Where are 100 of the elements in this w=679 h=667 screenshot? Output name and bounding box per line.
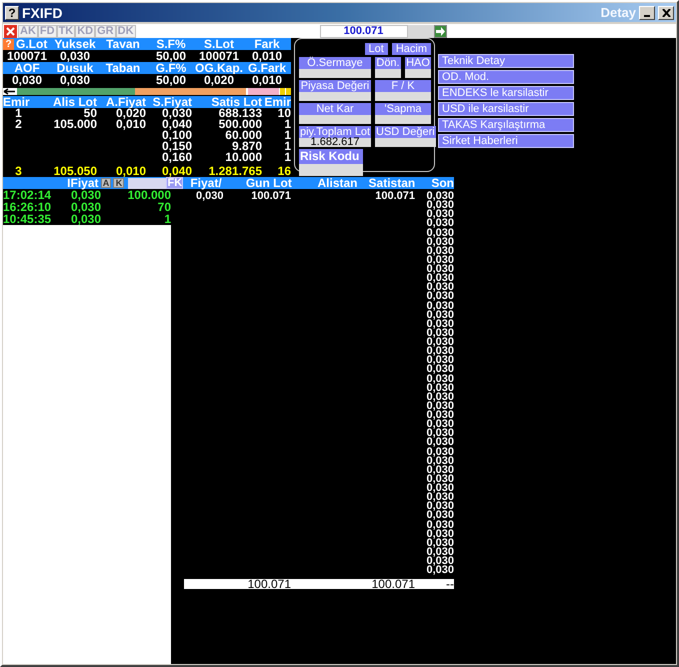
- column-header: Son: [430, 177, 454, 189]
- column-header: G.Fark: [246, 62, 287, 74]
- table-cell-text: 0,030: [425, 493, 454, 502]
- toggle-button[interactable]: Hacim: [392, 43, 431, 55]
- table-cell-text: 0,030: [425, 328, 454, 338]
- table-cell-text: 0,030: [425, 392, 454, 402]
- table-cell-text: 0,030: [425, 356, 454, 366]
- total-cell-text: 0,040: [160, 166, 192, 177]
- column-header: Dusuk: [56, 62, 94, 74]
- table-cell-text: 0,150: [160, 141, 192, 152]
- table-cell-text: 0,030: [425, 347, 454, 356]
- table-cell-text: 0,030: [425, 474, 454, 484]
- filter-button[interactable]: K: [113, 178, 124, 188]
- minimize-button[interactable]: [639, 6, 655, 20]
- table-cell-text: 0,030: [425, 411, 454, 420]
- table-cell-text: 0,030: [425, 538, 454, 548]
- trade-lot: 1: [163, 213, 171, 225]
- table-cell-text: 0,030: [425, 384, 454, 393]
- table-cell-text: 0,030: [425, 365, 454, 374]
- table-cell-text: 500.000: [218, 119, 262, 130]
- table-cell-text: 0,030: [425, 265, 454, 274]
- field-label: Net Kar: [299, 103, 371, 115]
- table-cell-text: 100.071: [250, 192, 291, 202]
- fk-button[interactable]: FK: [166, 177, 184, 189]
- table-cell-text: 1: [283, 152, 291, 163]
- column-header: Alis Lot: [52, 96, 97, 108]
- total-cell-text: 0,010: [114, 166, 146, 177]
- column-header: S.F%: [155, 38, 187, 50]
- total-cell-text: 1.281.765: [208, 166, 262, 177]
- table-cell-text: 0,100: [160, 130, 192, 141]
- table-cell-text: 0,030: [425, 374, 454, 384]
- field-label: Ö.Sermaye: [299, 57, 371, 69]
- table-cell-text: 0,030: [425, 520, 454, 530]
- table-cell-text: 0,030: [425, 484, 454, 494]
- table-cell-text: 0,030: [425, 246, 454, 256]
- table-cell-text: 0,030: [195, 192, 225, 202]
- table-cell-text: 0,030: [425, 310, 454, 320]
- column-header: G.F%: [154, 62, 188, 74]
- total-cell-text: 16: [276, 166, 291, 177]
- column-header: Taban: [104, 62, 142, 74]
- table-cell-text: 0,030: [425, 256, 454, 265]
- menu-item[interactable]: USD ile karsilastir: [438, 102, 574, 116]
- toggle-button[interactable]: Lot: [364, 43, 388, 55]
- table-cell-text: 688.133: [218, 108, 262, 119]
- amount-field[interactable]: 100.071: [320, 24, 408, 38]
- table-cell-text: 0,030: [425, 338, 454, 348]
- close-icon[interactable]: [4, 24, 17, 38]
- table-cell-text: 0,030: [425, 566, 454, 576]
- trade-price: 0,030: [70, 189, 101, 201]
- table-cell-text: 0,030: [425, 201, 454, 210]
- column-header: S.Fiyat: [152, 96, 192, 108]
- go-button[interactable]: [434, 24, 447, 38]
- quote-value: 0,030: [58, 50, 92, 62]
- table-cell-text: 0,030: [425, 548, 454, 557]
- quote-value: 0,030: [10, 74, 44, 86]
- field-label: Piyasa Değeri: [299, 80, 371, 92]
- filter-field[interactable]: [128, 178, 166, 188]
- quote-value: 100071: [6, 50, 48, 62]
- total-cell-text: --: [445, 579, 454, 590]
- menu-item[interactable]: TAKAS Karşılaştırma: [438, 118, 574, 132]
- column-header: Fiyat/: [190, 177, 223, 189]
- trade-time: 10:45:35: [3, 213, 52, 225]
- trade-time: 16:26:10: [3, 201, 52, 213]
- table-cell-text: 0,030: [425, 283, 454, 292]
- value-field: [299, 115, 371, 124]
- table-cell-text: 0,030: [425, 320, 454, 329]
- column-header: Fark: [253, 38, 281, 50]
- table-cell-text: 0,030: [425, 420, 454, 430]
- quote-value: 0,030: [58, 74, 92, 86]
- table-cell-text: 105.000: [52, 119, 97, 130]
- table-cell-text: 0,040: [160, 119, 192, 130]
- close-button[interactable]: [658, 6, 674, 20]
- field-label: 'Sapma: [375, 103, 431, 115]
- table-cell-text: 0,160: [160, 152, 192, 163]
- field-label: HAO: [405, 57, 431, 69]
- table-cell-text: 0,030: [425, 238, 454, 247]
- column-header: A.Fiyat: [104, 96, 146, 108]
- value-field: [375, 69, 401, 78]
- quote-value: 0,020: [204, 74, 234, 86]
- table-cell-text: 2: [14, 119, 23, 130]
- table-cell-text: 1: [283, 141, 291, 152]
- blank-field: [408, 24, 434, 38]
- table-cell-text: 0,030: [425, 228, 454, 238]
- menu-item[interactable]: ENDEKS le karsilastir: [438, 86, 574, 100]
- column-header: Emir: [263, 96, 291, 108]
- table-cell-text: 0,010: [114, 119, 146, 130]
- menu-item[interactable]: OD. Mod.: [438, 70, 574, 84]
- table-cell-text: 100.071: [374, 192, 415, 202]
- table-cell-text: 0,030: [425, 456, 454, 466]
- table-cell-text: 50: [84, 108, 97, 119]
- help-icon[interactable]: ?: [3, 38, 14, 50]
- table-cell-text: 0,030: [425, 448, 454, 457]
- table-cell-text: 10.000: [224, 152, 262, 163]
- table-cell-text: 1: [14, 108, 23, 119]
- menu-item[interactable]: Teknik Detay: [438, 54, 574, 68]
- menu-item[interactable]: Sirket Haberleri: [438, 134, 574, 148]
- value-field: [375, 138, 436, 147]
- table-cell-text: 0,030: [425, 438, 454, 448]
- column-header: G.Lot: [16, 38, 48, 50]
- filter-button[interactable]: A: [100, 178, 112, 188]
